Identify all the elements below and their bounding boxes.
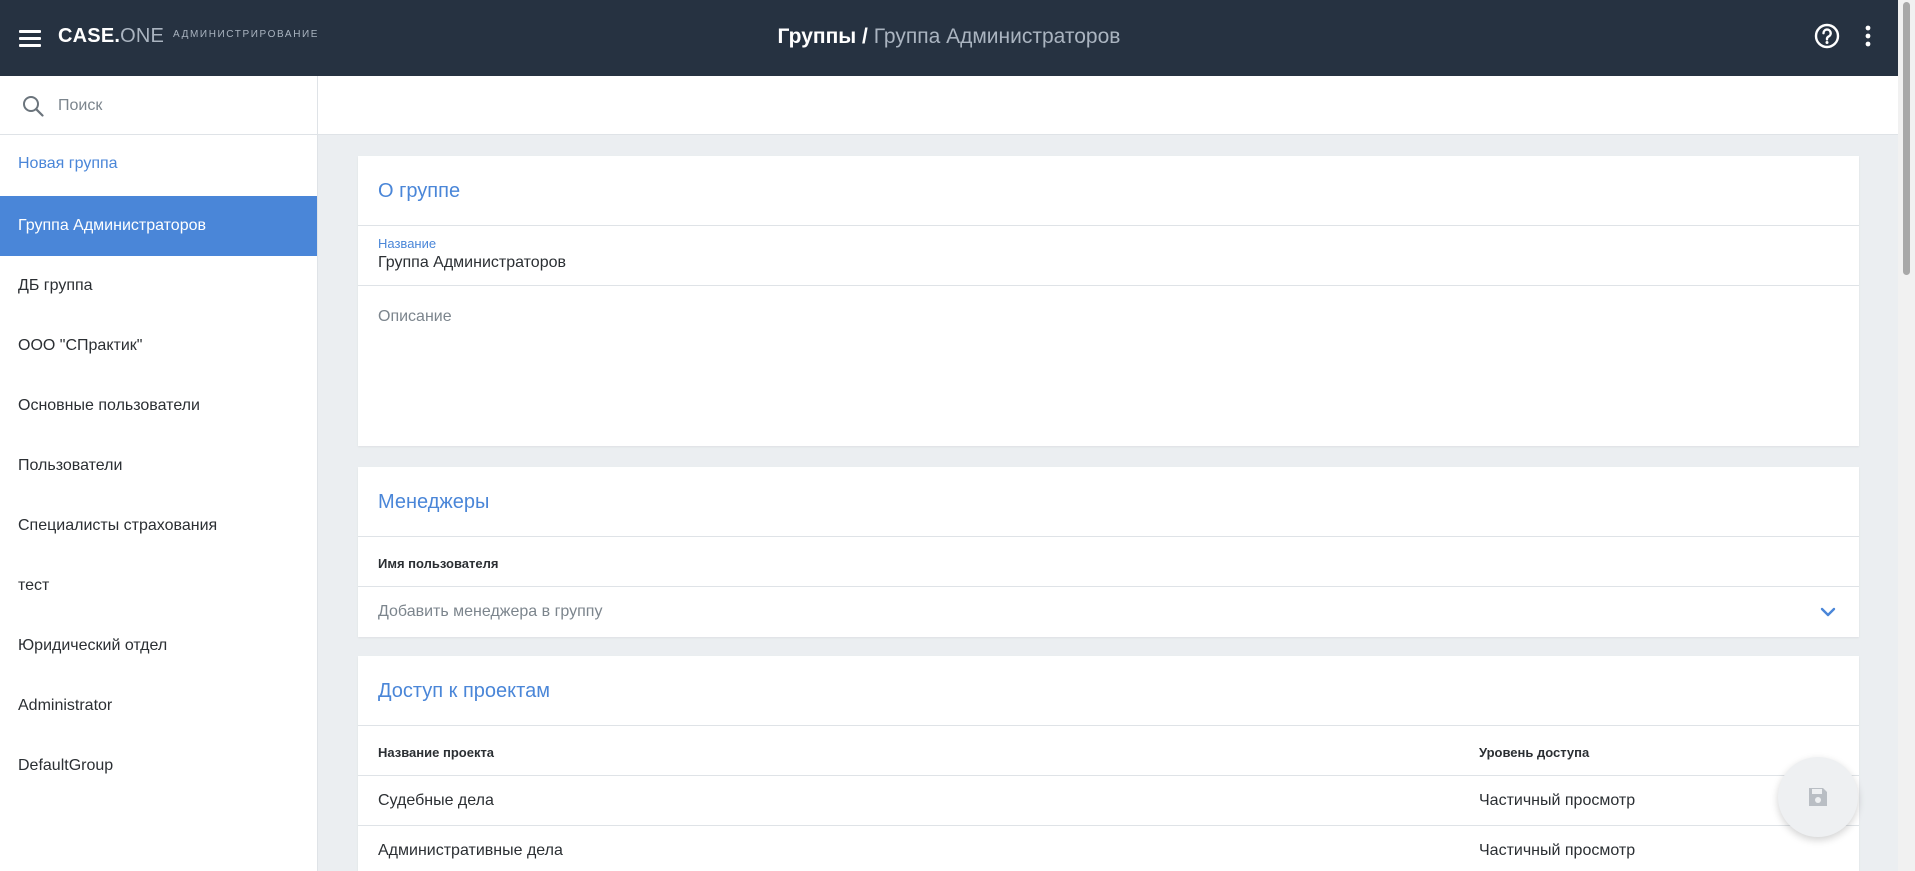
scrollbar-thumb[interactable]: [1903, 2, 1910, 275]
description-field[interactable]: Описание: [358, 286, 1859, 446]
access-level[interactable]: Частичный просмотр: [1479, 792, 1635, 810]
add-manager-select[interactable]: Добавить менеджера в группу: [358, 587, 1859, 637]
group-item-legal[interactable]: Юридический отдел: [0, 616, 317, 676]
group-item-main-users[interactable]: Основные пользователи: [0, 376, 317, 436]
group-name-field[interactable]: Название Группа Администраторов: [358, 226, 1859, 286]
group-item-administrator[interactable]: Administrator: [0, 676, 317, 736]
managers-card: Менеджеры Имя пользователя Добавить мене…: [358, 467, 1859, 637]
breadcrumb-separator: /: [856, 25, 874, 48]
group-item-default[interactable]: DefaultGroup: [0, 736, 317, 796]
managers-table-header: Имя пользователя: [358, 537, 1859, 587]
save-icon: [1809, 788, 1827, 806]
group-item-spraktik[interactable]: ООО "СПрактик": [0, 316, 317, 376]
sidebar-search: [0, 76, 317, 135]
new-group-link[interactable]: Новая группа: [18, 155, 118, 173]
column-access-level: Уровень доступа: [1479, 745, 1590, 760]
help-icon[interactable]: [1813, 22, 1841, 50]
group-name-label: Название: [378, 236, 437, 251]
group-item-test[interactable]: тест: [0, 556, 317, 616]
add-manager-placeholder: Добавить менеджера в группу: [378, 603, 603, 620]
breadcrumb: Группы / Группа Администраторов: [0, 25, 1898, 49]
search-icon: [23, 96, 44, 117]
breadcrumb-root[interactable]: Группы: [778, 25, 857, 48]
project-access-title: Доступ к проектам: [358, 656, 1859, 726]
save-button[interactable]: [1778, 757, 1858, 837]
project-name: Судебные дела: [378, 792, 494, 809]
projects-table-header: Название проекта Уровень доступа: [358, 726, 1859, 776]
search-input[interactable]: [58, 93, 298, 119]
table-row[interactable]: Судебные дела Частичный просмотр: [358, 776, 1859, 826]
group-item-db[interactable]: ДБ группа: [0, 256, 317, 316]
about-group-title: О группе: [358, 156, 1859, 226]
table-row[interactable]: Административные дела Частичный просмотр: [358, 826, 1859, 871]
top-bar: CASE.ONE АДМИНИСТРИРОВАНИЕ Группы / Груп…: [0, 0, 1898, 76]
page-scrollbar[interactable]: [1898, 0, 1915, 871]
group-item-insurance[interactable]: Специалисты страхования: [0, 496, 317, 556]
column-username: Имя пользователя: [378, 556, 499, 571]
breadcrumb-current: Группа Администраторов: [873, 25, 1121, 48]
sidebar: Новая группа Группа Администраторов ДБ г…: [0, 76, 318, 871]
project-access-card: Доступ к проектам Название проекта Урове…: [358, 656, 1859, 871]
group-item-users[interactable]: Пользователи: [0, 436, 317, 496]
group-item-administrators[interactable]: Группа Администраторов: [0, 196, 317, 256]
chevron-down-icon[interactable]: [1819, 603, 1837, 621]
access-level[interactable]: Частичный просмотр: [1479, 842, 1635, 860]
group-name-value[interactable]: Группа Администраторов: [378, 254, 1839, 272]
more-vertical-icon[interactable]: [1856, 22, 1880, 50]
column-project-name: Название проекта: [378, 745, 495, 760]
group-list: Группа Администраторов ДБ группа ООО "СП…: [0, 196, 317, 796]
project-name: Административные дела: [378, 842, 563, 859]
about-group-card: О группе Название Группа Администраторов…: [358, 156, 1859, 446]
content-toolbar: [318, 76, 1898, 135]
managers-title: Менеджеры: [358, 467, 1859, 537]
